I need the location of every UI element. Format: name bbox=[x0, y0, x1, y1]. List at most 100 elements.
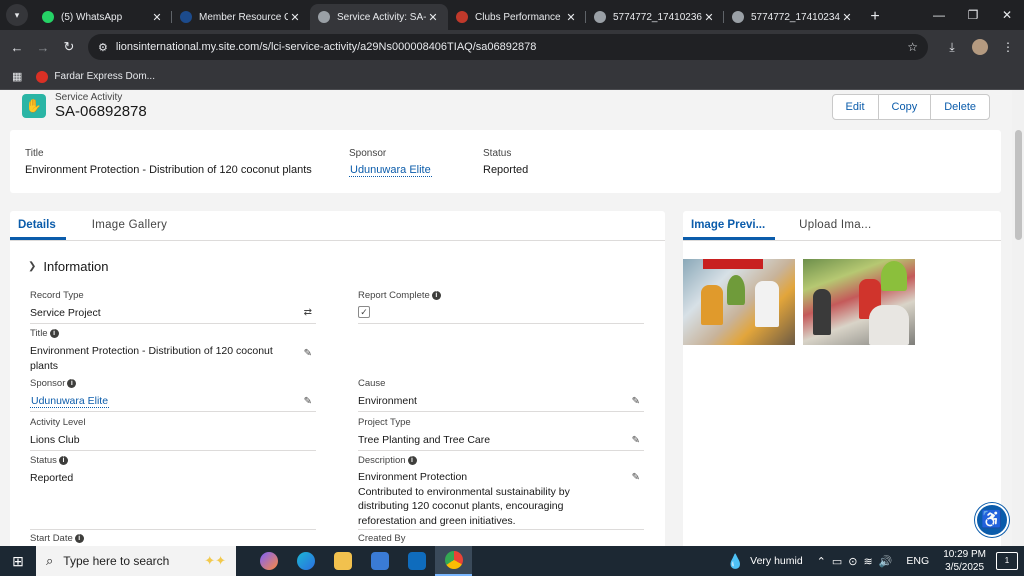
bookmark-link[interactable]: Fardar Express Dom... bbox=[54, 71, 155, 82]
information-section-header[interactable]: ❯ Information bbox=[28, 259, 108, 274]
tray-icons[interactable]: ⌃▭⊙≋🔊 bbox=[817, 555, 899, 568]
field-report-complete: Report Complete i ✓ bbox=[358, 290, 644, 324]
edit-pencil-icon[interactable]: ✎ bbox=[304, 348, 312, 359]
activity-photo-thumbnail[interactable] bbox=[683, 259, 795, 345]
close-tab-icon[interactable]: ✕ bbox=[288, 11, 302, 24]
apps-grid-icon[interactable]: ▦ bbox=[12, 70, 22, 83]
field-activity-level: Activity Level Lions Club bbox=[30, 417, 316, 451]
file-explorer-icon[interactable] bbox=[324, 546, 361, 576]
lions-logo-icon bbox=[180, 11, 192, 23]
highlight-value: Reported bbox=[483, 164, 529, 176]
back-icon[interactable]: ← bbox=[4, 40, 30, 55]
field-project-type: Project Type Tree Planting and Tree Care… bbox=[358, 417, 644, 451]
edit-pencil-icon[interactable]: ✎ bbox=[632, 472, 640, 483]
tab-details[interactable]: Details bbox=[10, 211, 66, 240]
store-app-icon[interactable] bbox=[361, 546, 398, 576]
tab-title: (5) WhatsApp bbox=[61, 11, 123, 23]
url-text[interactable]: lionsinternational.my.site.com/s/lci-ser… bbox=[116, 41, 907, 53]
humidity-drop-icon: 💧 bbox=[726, 552, 745, 569]
tab-image-gallery[interactable]: Image Gallery bbox=[84, 211, 175, 240]
close-tab-icon[interactable]: ✕ bbox=[426, 11, 440, 24]
close-window-icon[interactable]: ✕ bbox=[990, 0, 1024, 30]
browser-toolbar: ← → ↻ ⚙ lionsinternational.my.site.com/s… bbox=[0, 30, 1024, 64]
field-value: Contributed to environmental sustainabil… bbox=[358, 485, 570, 527]
delete-button[interactable]: Delete bbox=[930, 95, 989, 119]
copy-button[interactable]: Copy bbox=[877, 95, 931, 119]
report-complete-checkbox: ✓ bbox=[358, 306, 370, 318]
sponsor-link[interactable]: Udunuwara Elite bbox=[349, 164, 432, 177]
notification-icon[interactable]: 1 bbox=[996, 552, 1018, 570]
close-tab-icon[interactable]: ✕ bbox=[702, 11, 716, 24]
record-actions: Edit Copy Delete bbox=[831, 94, 990, 120]
reload-icon[interactable]: ↻ bbox=[56, 39, 82, 55]
weather-text: Very humid bbox=[750, 555, 803, 567]
edit-pencil-icon[interactable]: ✎ bbox=[632, 396, 640, 407]
weather-widget[interactable]: 💧 Very humid bbox=[727, 553, 803, 570]
activity-photo-thumbnail[interactable] bbox=[803, 259, 915, 345]
menu-icon[interactable]: ⋮ bbox=[994, 40, 1022, 54]
tab-image-preview[interactable]: Image Previ... bbox=[683, 211, 776, 240]
minimize-icon[interactable]: — bbox=[922, 0, 956, 30]
close-tab-icon[interactable]: ✕ bbox=[840, 11, 854, 24]
outlook-app-icon[interactable] bbox=[398, 546, 435, 576]
tab-search-icon[interactable]: ▾ bbox=[6, 4, 28, 26]
browser-tab[interactable]: Member Resource Ce ✕ bbox=[172, 4, 310, 30]
field-value: Environment bbox=[358, 395, 417, 407]
profile-avatar[interactable] bbox=[972, 39, 988, 55]
browser-tab[interactable]: 5774772_174102340 ✕ bbox=[724, 4, 862, 30]
info-icon[interactable]: i bbox=[49, 329, 59, 338]
field-label: Description bbox=[358, 455, 406, 466]
accessibility-icon[interactable]: ♿ bbox=[975, 503, 1009, 537]
download-icon[interactable]: ⤓ bbox=[938, 40, 966, 55]
change-record-type-icon[interactable]: ⇄ bbox=[304, 307, 312, 318]
field-label: Record Type bbox=[30, 290, 84, 301]
edit-pencil-icon[interactable]: ✎ bbox=[632, 435, 640, 446]
edit-pencil-icon[interactable]: ✎ bbox=[304, 396, 312, 407]
edge-app-icon[interactable] bbox=[287, 546, 324, 576]
field-value: Environment Protection - Distribution of… bbox=[30, 345, 273, 372]
browser-tab[interactable]: 5774772_174102365 ✕ bbox=[586, 4, 724, 30]
detail-tabs: Details Image Gallery bbox=[10, 211, 665, 241]
info-icon[interactable]: i bbox=[431, 291, 441, 300]
info-icon[interactable]: i bbox=[407, 456, 417, 465]
browser-tab[interactable]: (5) WhatsApp ✕ bbox=[34, 4, 172, 30]
field-start-date: Start Date i bbox=[30, 533, 316, 546]
clock[interactable]: 10:29 PM 3/5/2025 bbox=[943, 548, 986, 574]
chrome-app-icon[interactable] bbox=[435, 546, 472, 576]
new-tab-button[interactable]: + bbox=[862, 8, 888, 26]
search-icon: ⌕ bbox=[46, 553, 54, 568]
field-label: Project Type bbox=[358, 417, 411, 428]
info-icon[interactable]: i bbox=[74, 534, 84, 543]
info-icon[interactable]: i bbox=[67, 379, 77, 388]
tab-upload-image[interactable]: Upload Ima... bbox=[791, 211, 879, 240]
bookmark-star-icon[interactable]: ☆ bbox=[907, 40, 918, 54]
browser-tab-active[interactable]: Service Activity: SA-0 ✕ bbox=[310, 4, 448, 30]
field-status: Status i Reported bbox=[30, 455, 316, 530]
restore-icon[interactable]: ❐ bbox=[956, 0, 990, 30]
field-label-wrap: Start Date i bbox=[30, 533, 316, 544]
whatsapp-icon bbox=[42, 11, 54, 23]
edit-button[interactable]: Edit bbox=[833, 95, 878, 119]
image-tabs: Image Previ... Upload Ima... bbox=[683, 211, 1001, 241]
field-label-wrap: Report Complete i bbox=[358, 290, 644, 301]
info-icon[interactable]: i bbox=[58, 456, 68, 465]
close-tab-icon[interactable]: ✕ bbox=[150, 11, 164, 24]
copilot-app-icon[interactable] bbox=[250, 546, 287, 576]
close-tab-icon[interactable]: ✕ bbox=[564, 11, 578, 24]
address-bar[interactable]: ⚙ lionsinternational.my.site.com/s/lci-s… bbox=[88, 34, 928, 60]
page-scrollbar[interactable] bbox=[1012, 90, 1024, 546]
field-label: Created By bbox=[358, 533, 406, 544]
globe-icon bbox=[594, 11, 606, 23]
taskbar-search[interactable]: ⌕ Type here to search ✦✦ bbox=[36, 546, 236, 576]
site-icon bbox=[318, 11, 330, 23]
forward-icon[interactable]: → bbox=[30, 40, 56, 55]
field-label: Sponsor bbox=[30, 378, 66, 389]
highlight-label: Status bbox=[483, 148, 512, 159]
highlight-sponsor: Sponsor Udunuwara Elite bbox=[349, 148, 432, 177]
sponsor-field-link[interactable]: Udunuwara Elite bbox=[30, 395, 110, 408]
field-cause: Cause Environment ✎ bbox=[358, 378, 644, 412]
site-info-icon[interactable]: ⚙ bbox=[98, 41, 108, 54]
browser-tab[interactable]: Clubs Performance E ✕ bbox=[448, 4, 586, 30]
windows-start-icon[interactable]: ⊞ bbox=[0, 553, 36, 570]
language-indicator[interactable]: ENG bbox=[906, 555, 929, 567]
